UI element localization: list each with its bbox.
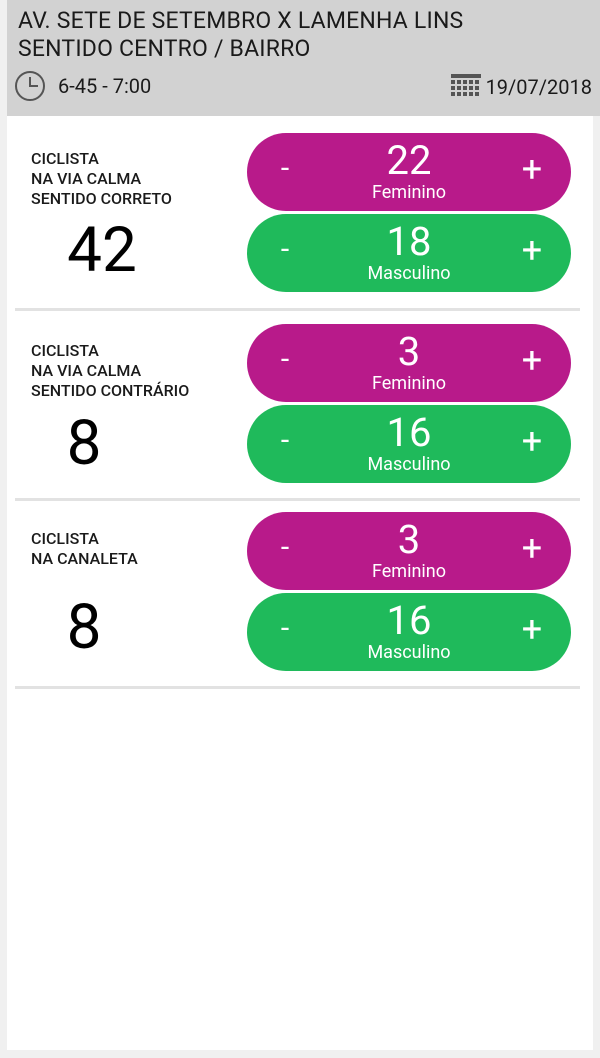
section-divider xyxy=(15,686,580,689)
label-line: SENTIDO CORRETO xyxy=(31,189,172,208)
label-line: NA VIA CALMA xyxy=(31,169,142,188)
section-label: CICLISTA NA VIA CALMA SENTIDO CORRETO xyxy=(31,149,172,209)
female-increment-button[interactable]: + xyxy=(517,340,547,380)
label-line: NA CANALETA xyxy=(31,549,138,568)
counter-list: CICLISTA NA VIA CALMA SENTIDO CORRETO 42… xyxy=(7,116,593,1050)
male-increment-button[interactable]: + xyxy=(517,609,547,649)
title-line-1: AV. SETE DE SETEMBRO X LAMENHA LINS xyxy=(18,7,464,34)
label-line: CICLISTA xyxy=(31,529,99,548)
female-increment-button[interactable]: + xyxy=(517,149,547,189)
label-line: NA VIA CALMA xyxy=(31,361,142,380)
section-via-calma-correto: CICLISTA NA VIA CALMA SENTIDO CORRETO 42… xyxy=(7,116,593,311)
section-via-calma-contrario: CICLISTA NA VIA CALMA SENTIDO CONTRÁRIO … xyxy=(7,311,593,499)
date-group: 19/07/2018 xyxy=(450,72,592,102)
date-label: 19/07/2018 xyxy=(485,75,592,99)
section-label: CICLISTA NA VIA CALMA SENTIDO CONTRÁRIO xyxy=(31,341,189,401)
label-line: CICLISTA xyxy=(31,149,99,168)
male-increment-button[interactable]: + xyxy=(517,230,547,270)
section-total: 42 xyxy=(67,214,137,287)
male-counter: - 18 Masculino + xyxy=(247,214,571,292)
male-counter: - 16 Masculino + xyxy=(247,405,571,483)
female-counter: - 3 Feminino + xyxy=(247,324,571,402)
female-counter: - 3 Feminino + xyxy=(247,512,571,590)
section-canaleta: CICLISTA NA CANALETA 8 - 3 Feminino + - … xyxy=(7,501,593,689)
clock-icon xyxy=(15,71,45,101)
female-increment-button[interactable]: + xyxy=(517,528,547,568)
male-increment-button[interactable]: + xyxy=(517,421,547,461)
time-range: 6-45 - 7:00 xyxy=(58,74,152,98)
label-line: SENTIDO CONTRÁRIO xyxy=(31,381,190,400)
section-total: 8 xyxy=(66,407,102,480)
label-line: CICLISTA xyxy=(31,341,99,360)
section-total: 8 xyxy=(66,591,102,664)
header-bar: AV. SETE DE SETEMBRO X LAMENHA LINS SENT… xyxy=(7,0,600,116)
male-counter: - 16 Masculino + xyxy=(247,593,571,671)
section-label: CICLISTA NA CANALETA xyxy=(31,529,138,569)
calendar-icon xyxy=(450,74,481,96)
title-line-2: SENTIDO CENTRO / BAIRRO xyxy=(18,35,311,62)
time-range-group: 6-45 - 7:00 xyxy=(14,70,151,102)
location-title: AV. SETE DE SETEMBRO X LAMENHA LINS SENT… xyxy=(18,7,593,63)
female-counter: - 22 Feminino + xyxy=(247,133,571,211)
